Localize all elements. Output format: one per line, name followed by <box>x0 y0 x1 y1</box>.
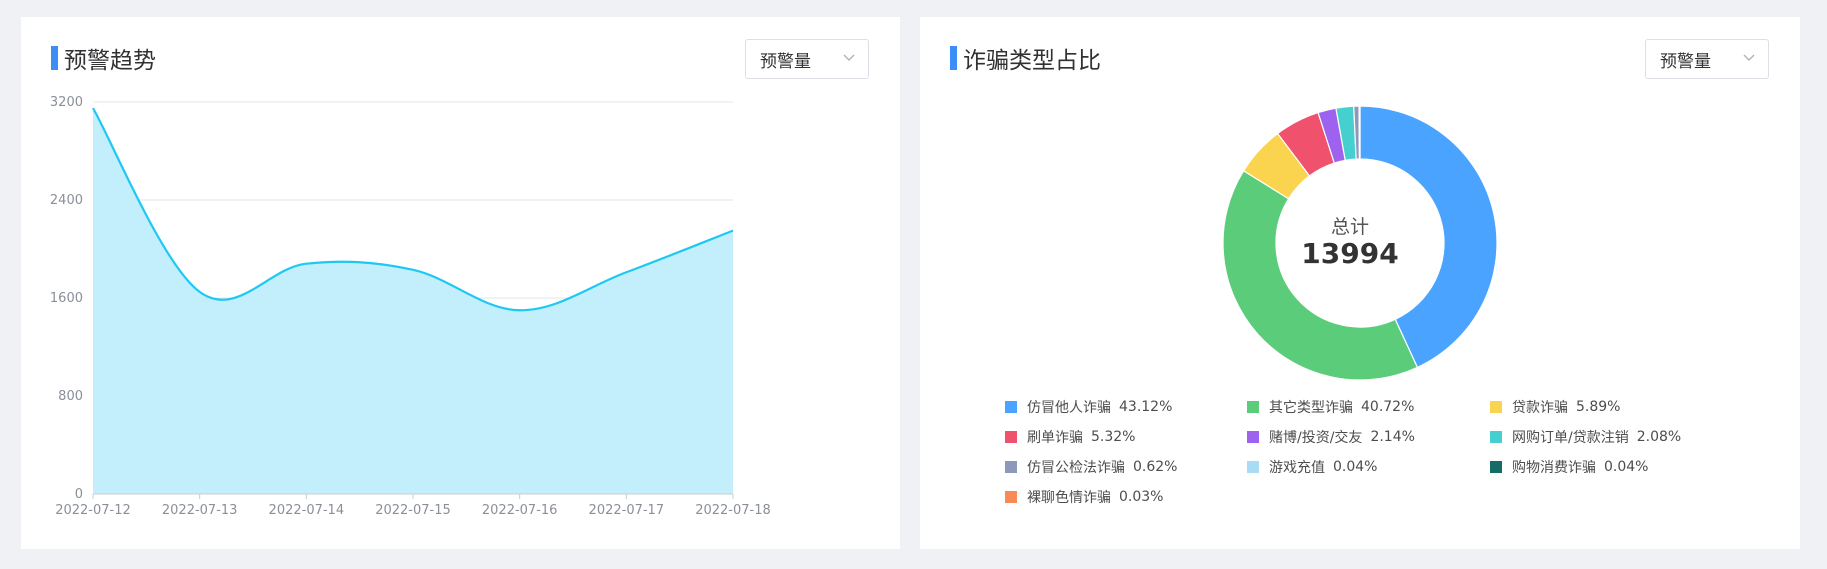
legend-swatch <box>1247 401 1259 413</box>
legend-label: 游戏充值 <box>1269 460 1325 476</box>
donut-center-label: 总计 <box>1330 216 1369 238</box>
x-tick-label: 2022-07-13 <box>162 503 238 518</box>
legend-label: 贷款诈骗 <box>1512 400 1568 416</box>
legend-percent: 40.72% <box>1361 399 1415 415</box>
y-tick-label: 3200 <box>50 95 83 110</box>
legend-swatch <box>1005 431 1017 443</box>
legend-swatch <box>1005 491 1017 503</box>
legend-item[interactable]: 仿冒他人诈骗 43.12% <box>1005 397 1172 417</box>
legend-swatch <box>1490 461 1502 473</box>
x-tick-label: 2022-07-16 <box>482 503 558 518</box>
legend-label: 其它类型诈骗 <box>1269 400 1353 416</box>
fraud-type-panel: 诈骗类型占比 预警量 总计 13994 仿冒他人诈骗 43.12% 其它类型诈骗 40… <box>920 17 1800 549</box>
legend-swatch <box>1490 431 1502 443</box>
x-tick-label: 2022-07-18 <box>695 503 771 518</box>
legend-percent: 5.89% <box>1576 399 1621 415</box>
legend-swatch <box>1247 461 1259 473</box>
legend-label: 网购订单/贷款注销 <box>1512 430 1629 446</box>
legend-swatch <box>1005 461 1017 473</box>
trend-panel: 预警趋势 预警量 0 800 1600 2400 3200 2022-07-12 2022-… <box>21 17 900 549</box>
legend-item[interactable]: 刷单诈骗 5.32% <box>1005 427 1135 447</box>
legend-item[interactable]: 裸聊色情诈骗 0.03% <box>1005 487 1163 507</box>
legend-label: 仿冒公检法诈骗 <box>1027 460 1125 476</box>
legend-percent: 2.14% <box>1370 429 1415 445</box>
y-tick-label: 800 <box>58 389 83 404</box>
legend-label: 裸聊色情诈骗 <box>1027 490 1111 506</box>
y-tick-label: 1600 <box>50 291 83 306</box>
legend-item[interactable]: 网购订单/贷款注销 2.08% <box>1490 427 1681 447</box>
x-tick-label: 2022-07-15 <box>375 503 451 518</box>
x-tick-label: 2022-07-17 <box>589 503 665 518</box>
donut-slice[interactable] <box>1222 169 1419 381</box>
trend-area-fill <box>93 108 733 494</box>
x-tick-label: 2022-07-14 <box>269 503 345 518</box>
legend-item[interactable]: 赌博/投资/交友 2.14% <box>1247 427 1415 447</box>
legend-item[interactable]: 仿冒公检法诈骗 0.62% <box>1005 457 1177 477</box>
legend-percent: 2.08% <box>1636 429 1682 445</box>
y-tick-label: 2400 <box>50 193 83 208</box>
legend-swatch <box>1490 401 1502 413</box>
legend-label: 赌博/投资/交友 <box>1269 430 1363 446</box>
legend-percent: 0.03% <box>1119 489 1164 505</box>
y-tick-label: 0 <box>75 487 83 502</box>
legend-label: 刷单诈骗 <box>1027 430 1083 446</box>
legend-percent: 0.04% <box>1604 459 1649 475</box>
donut-center-total: 13994 <box>1301 237 1399 270</box>
legend-item[interactable]: 其它类型诈骗 40.72% <box>1247 397 1414 417</box>
legend-percent: 43.12% <box>1119 399 1173 415</box>
legend-item[interactable]: 购物消费诈骗 0.04% <box>1490 457 1648 477</box>
legend-item[interactable]: 游戏充值 0.04% <box>1247 457 1377 477</box>
legend-label: 仿冒他人诈骗 <box>1027 400 1111 416</box>
legend-label: 购物消费诈骗 <box>1512 460 1596 476</box>
legend-percent: 0.62% <box>1133 459 1178 475</box>
legend-percent: 0.04% <box>1333 459 1378 475</box>
legend-item[interactable]: 贷款诈骗 5.89% <box>1490 397 1620 417</box>
trend-area-chart: 0 800 1600 2400 3200 2022-07-12 2022-07-13 2022… <box>50 95 771 518</box>
legend-percent: 5.32% <box>1091 429 1136 445</box>
legend-swatch <box>1247 431 1259 443</box>
legend-swatch <box>1005 401 1017 413</box>
x-tick-label: 2022-07-12 <box>55 503 131 518</box>
